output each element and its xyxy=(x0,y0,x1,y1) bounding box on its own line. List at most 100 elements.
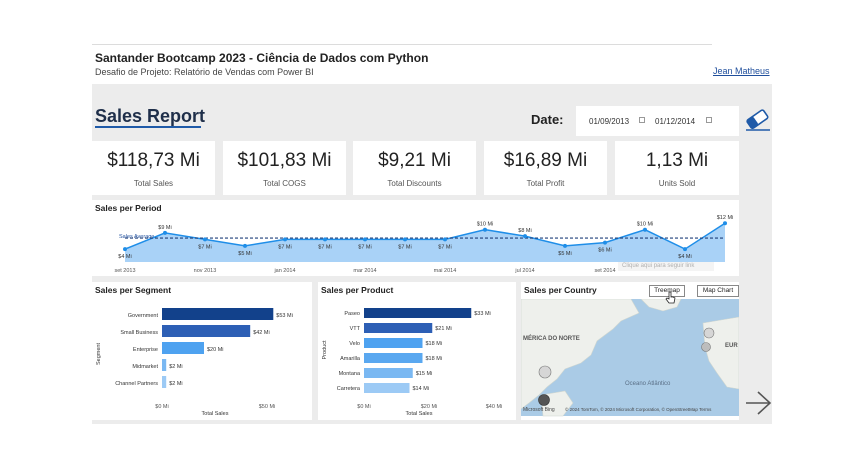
sales-data-label: $10 Mi xyxy=(637,222,654,228)
link-tooltip-text: Clique aqui para seguir link xyxy=(622,263,695,269)
kpi-card-total-sales: $118,73 Mi Total Sales xyxy=(92,141,215,195)
header-divider xyxy=(92,44,712,45)
sales-per-product-panel[interactable]: Sales per Product Paseo $33 Mi VTT $21 Mi Ve… xyxy=(318,282,516,420)
kpi-card-total-profit: $16,89 Mi Total Profit xyxy=(484,141,607,195)
bar xyxy=(364,338,423,348)
kpi-value: 1,13 Mi xyxy=(645,150,709,171)
kpi-label: Total Profit xyxy=(526,179,565,188)
next-page-arrow-icon[interactable] xyxy=(744,390,772,416)
report-title-underline xyxy=(95,126,201,128)
sales-data-label: $7 Mi xyxy=(358,244,371,250)
sales-per-segment-panel[interactable]: Sales per Segment Government $53 Mi Small … xyxy=(92,282,312,420)
sales-point xyxy=(723,221,727,226)
category-label: Enterprise xyxy=(133,347,158,353)
sales-data-label: $6 Mi xyxy=(598,248,611,254)
date-end-input[interactable]: 01/12/2014 xyxy=(655,117,695,126)
author-link[interactable]: Jean Matheus xyxy=(713,66,770,76)
x-tick-label: $50 Mi xyxy=(259,404,276,410)
sales-period-chart[interactable]: Sales Average Clique aqui para seguir li… xyxy=(92,200,739,276)
sales-point xyxy=(163,230,167,235)
sales-point xyxy=(643,227,647,232)
sales-data-label: $12 Mi xyxy=(717,215,734,221)
bar-data-label: $2 Mi xyxy=(169,364,182,370)
bar-data-label: $21 Mi xyxy=(435,326,452,332)
bar xyxy=(364,353,423,363)
kpi-label: Total COGS xyxy=(263,179,306,188)
world-map[interactable]: MÉRICA DO NORTE EUR Oceano Atlântico Mic… xyxy=(521,299,739,419)
sales-segment-chart[interactable]: Government $53 Mi Small Business $42 Mi Ente… xyxy=(92,282,312,420)
sales-point xyxy=(323,237,327,242)
map-chart-button[interactable]: Map Chart xyxy=(697,285,739,297)
x-tick-label: $0 Mi xyxy=(357,404,370,410)
sales-data-label: $7 Mi xyxy=(438,244,451,250)
category-label: Velo xyxy=(349,341,360,347)
sales-point xyxy=(283,237,287,242)
kpi-value: $118,73 Mi xyxy=(107,150,200,171)
sales-point xyxy=(443,237,447,242)
sales-point xyxy=(683,247,687,252)
country-bubble[interactable] xyxy=(703,327,715,339)
x-tick-label: $20 Mi xyxy=(421,404,438,410)
kpi-label: Total Discounts xyxy=(387,179,442,188)
sales-product-chart[interactable]: Paseo $33 Mi VTT $21 Mi Velo $18 Mi Amarilla $1… xyxy=(318,282,516,420)
bar xyxy=(162,342,204,354)
category-label: Paseo xyxy=(344,311,360,317)
sales-point xyxy=(603,240,607,245)
sales-point xyxy=(483,227,487,232)
bar-data-label: $20 Mi xyxy=(207,347,224,353)
country-bubble[interactable] xyxy=(538,394,550,406)
bar-data-label: $14 Mi xyxy=(413,386,430,392)
sales-data-label: $4 Mi xyxy=(678,254,691,260)
eraser-icon[interactable] xyxy=(745,108,771,132)
category-label: VTT xyxy=(350,326,361,332)
sales-area-fill xyxy=(125,223,725,262)
bar xyxy=(162,308,274,320)
sales-data-label: $7 Mi xyxy=(278,244,291,250)
kpi-label: Total Sales xyxy=(133,179,174,188)
x-tick-label: jan 2014 xyxy=(273,268,295,274)
date-label: Date: xyxy=(531,112,564,127)
kpi-value: $101,83 Mi xyxy=(237,150,332,171)
bar xyxy=(364,368,413,378)
x-tick-label: jul 2014 xyxy=(514,268,534,274)
page-title: Santander Bootcamp 2023 - Ciência de Dad… xyxy=(95,51,429,65)
bar xyxy=(364,323,433,333)
sales-per-period-panel[interactable]: Sales per Period Sales Average Clique aq… xyxy=(92,200,739,276)
sales-data-label: $7 Mi xyxy=(398,244,411,250)
calendar-icon[interactable] xyxy=(706,117,712,123)
sales-point xyxy=(123,247,127,252)
kpi-value: $9,21 Mi xyxy=(378,150,451,171)
x-tick-label: mar 2014 xyxy=(353,268,376,274)
kpi-card-total-discounts: $9,21 Mi Total Discounts xyxy=(353,141,476,195)
page-subtitle: Desafio de Projeto: Relatório de Vendas … xyxy=(95,67,314,77)
country-bubble[interactable] xyxy=(538,365,552,379)
category-label: Government xyxy=(128,313,159,319)
sales-data-label: $4 Mi xyxy=(118,254,131,260)
country-bubble[interactable] xyxy=(701,342,711,352)
sales-point xyxy=(243,243,247,248)
map-attribution[interactable]: © 2024 TomTom, © 2024 Microsoft Corporat… xyxy=(565,406,712,412)
sales-data-label: $10 Mi xyxy=(477,222,494,228)
sales-data-label: $5 Mi xyxy=(238,251,251,257)
x-tick-label: mai 2014 xyxy=(434,268,457,274)
x-tick-label: set 2013 xyxy=(114,268,135,274)
sales-data-label: $8 Mi xyxy=(518,228,531,234)
map-label-north-america: MÉRICA DO NORTE xyxy=(523,334,580,342)
bar-data-label: $18 Mi xyxy=(426,341,443,347)
kpi-card-units-sold: 1,13 Mi Units Sold xyxy=(615,141,739,195)
bar xyxy=(364,308,472,318)
sales-per-country-panel[interactable]: Sales per Country Treemap Map Chart MÉRI… xyxy=(521,282,739,420)
category-label: Channel Partners xyxy=(115,381,158,387)
sales-data-label: $9 Mi xyxy=(158,225,171,231)
x-tick-label: $40 Mi xyxy=(486,404,503,410)
kpi-card-total-cogs: $101,83 Mi Total COGS xyxy=(223,141,346,195)
bar-data-label: $15 Mi xyxy=(416,371,433,377)
bar xyxy=(162,359,167,371)
sales-point xyxy=(523,234,527,239)
hand-cursor-icon xyxy=(665,291,676,304)
calendar-icon[interactable] xyxy=(639,117,645,123)
kpi-value: $16,89 Mi xyxy=(503,150,588,171)
date-range-slicer[interactable]: 01/09/2013 01/12/2014 xyxy=(576,106,739,136)
date-start-input[interactable]: 01/09/2013 xyxy=(589,117,629,126)
category-label: Midmarket xyxy=(132,364,158,370)
